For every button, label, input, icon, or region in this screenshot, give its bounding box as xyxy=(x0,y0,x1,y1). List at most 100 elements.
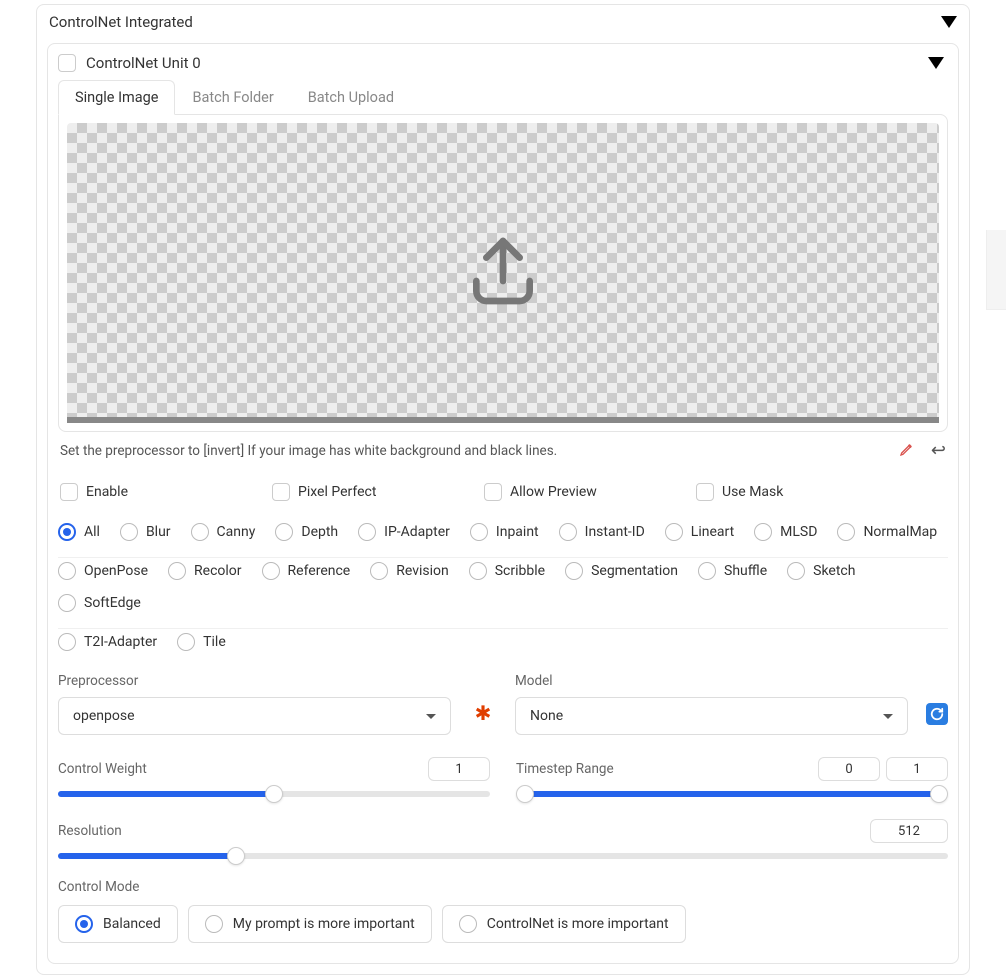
control-type-t2i-adapter[interactable]: T2I-Adapter xyxy=(58,633,157,651)
control-type-all[interactable]: All xyxy=(58,523,100,541)
resolution-value[interactable]: 512 xyxy=(870,819,948,843)
radio-icon xyxy=(75,915,93,933)
radio-icon xyxy=(58,633,76,651)
checkbox-icon xyxy=(484,483,502,501)
send-back-icon[interactable]: ↩ xyxy=(931,440,946,461)
feature-checkboxes: Enable Pixel Perfect Allow Preview Use M… xyxy=(58,483,948,501)
pixel-perfect-checkbox[interactable]: Pixel Perfect xyxy=(272,483,484,501)
control-type-tile[interactable]: Tile xyxy=(177,633,226,651)
control-type-depth[interactable]: Depth xyxy=(275,523,338,541)
control-type-lineart[interactable]: Lineart xyxy=(665,523,734,541)
radio-icon xyxy=(58,562,76,580)
checkbox-icon xyxy=(272,483,290,501)
control-weight-value[interactable]: 1 xyxy=(428,757,490,781)
timestep-low-value[interactable]: 0 xyxy=(818,757,880,781)
timestep-high-value[interactable]: 1 xyxy=(886,757,948,781)
unit-enable-checkbox[interactable] xyxy=(58,54,76,72)
panel-title: ControlNet Integrated xyxy=(49,13,193,31)
control-type-radios: All Blur Canny Depth IP-Adapter Inpaint Instan… xyxy=(58,519,948,653)
timestep-slider[interactable] xyxy=(516,791,948,797)
edit-icon[interactable] xyxy=(899,441,915,461)
controlnet-unit: ControlNet Unit 0 Single Image Batch Fol… xyxy=(47,43,959,964)
unit-collapse-icon[interactable] xyxy=(928,57,944,69)
control-type-mlsd[interactable]: MLSD xyxy=(754,523,817,541)
radio-icon xyxy=(459,915,477,933)
resolution-label: Resolution xyxy=(58,823,122,839)
mode-prompt-important[interactable]: My prompt is more important xyxy=(188,905,432,943)
radio-icon xyxy=(470,523,488,541)
image-tabs: Single Image Batch Folder Batch Upload xyxy=(58,80,948,115)
control-type-shuffle[interactable]: Shuffle xyxy=(698,562,767,580)
control-mode-label: Control Mode xyxy=(58,879,948,895)
slider-thumb-low[interactable] xyxy=(516,785,534,803)
control-type-segmentation[interactable]: Segmentation xyxy=(565,562,678,580)
image-dropzone[interactable] xyxy=(67,123,939,423)
control-type-canny[interactable]: Canny xyxy=(191,523,256,541)
radio-icon xyxy=(559,523,577,541)
control-type-openpose[interactable]: OpenPose xyxy=(58,562,148,580)
checkbox-icon xyxy=(696,483,714,501)
preprocessor-select[interactable]: openpose xyxy=(58,697,451,735)
control-weight-label: Control Weight xyxy=(58,761,147,777)
radio-icon xyxy=(168,562,186,580)
model-select[interactable]: None xyxy=(515,697,908,735)
enable-checkbox[interactable]: Enable xyxy=(60,483,272,501)
radio-icon xyxy=(205,915,223,933)
run-preprocessor-button[interactable]: ✱ xyxy=(469,701,497,735)
radio-icon xyxy=(58,594,76,612)
control-type-reference[interactable]: Reference xyxy=(262,562,351,580)
tab-batch-folder[interactable]: Batch Folder xyxy=(175,80,290,115)
weight-timestep-row: Control Weight 1 Timestep Range 0 1 xyxy=(58,757,948,797)
radio-icon xyxy=(177,633,195,651)
tab-content xyxy=(58,114,948,432)
radio-icon xyxy=(191,523,209,541)
model-label: Model xyxy=(515,673,908,689)
radio-icon xyxy=(665,523,683,541)
use-mask-checkbox[interactable]: Use Mask xyxy=(696,483,908,501)
unit-header[interactable]: ControlNet Unit 0 xyxy=(58,54,948,78)
radio-icon xyxy=(469,562,487,580)
control-type-ip-adapter[interactable]: IP-Adapter xyxy=(358,523,450,541)
upload-icon xyxy=(463,231,543,315)
preprocessor-label: Preprocessor xyxy=(58,673,451,689)
radio-icon xyxy=(275,523,293,541)
slider-thumb-high[interactable] xyxy=(930,785,948,803)
collapse-icon[interactable] xyxy=(941,16,957,28)
control-type-scribble[interactable]: Scribble xyxy=(469,562,545,580)
control-type-instant-id[interactable]: Instant-ID xyxy=(559,523,645,541)
unit-title: ControlNet Unit 0 xyxy=(86,54,201,72)
hint-text: Set the preprocessor to [invert] If your… xyxy=(60,443,557,459)
radio-icon xyxy=(120,523,138,541)
control-type-normalmap[interactable]: NormalMap xyxy=(837,523,937,541)
chevron-down-icon xyxy=(426,714,436,719)
right-rail xyxy=(986,230,1006,310)
checkbox-icon xyxy=(60,483,78,501)
radio-icon xyxy=(754,523,772,541)
radio-icon xyxy=(565,562,583,580)
tab-batch-upload[interactable]: Batch Upload xyxy=(291,80,411,115)
control-type-sketch[interactable]: Sketch xyxy=(787,562,855,580)
timestep-label: Timestep Range xyxy=(516,761,614,777)
panel-header[interactable]: ControlNet Integrated xyxy=(37,5,969,39)
slider-thumb[interactable] xyxy=(265,785,283,803)
control-weight-slider[interactable] xyxy=(58,791,490,797)
mode-balanced[interactable]: Balanced xyxy=(58,905,178,943)
mode-controlnet-important[interactable]: ControlNet is more important xyxy=(442,905,686,943)
slider-thumb[interactable] xyxy=(227,847,245,865)
radio-icon xyxy=(837,523,855,541)
refresh-models-button[interactable] xyxy=(926,703,948,725)
control-mode-section: Control Mode Balanced My prompt is more … xyxy=(58,879,948,943)
controlnet-panel: ControlNet Integrated ControlNet Unit 0 … xyxy=(36,4,970,975)
tab-single-image[interactable]: Single Image xyxy=(58,80,175,115)
resolution-slider[interactable] xyxy=(58,853,948,859)
radio-icon xyxy=(698,562,716,580)
control-type-inpaint[interactable]: Inpaint xyxy=(470,523,539,541)
control-type-blur[interactable]: Blur xyxy=(120,523,171,541)
radio-icon xyxy=(358,523,376,541)
control-type-revision[interactable]: Revision xyxy=(370,562,449,580)
allow-preview-checkbox[interactable]: Allow Preview xyxy=(484,483,696,501)
resolution-section: Resolution 512 xyxy=(58,819,948,859)
radio-icon xyxy=(262,562,280,580)
control-type-recolor[interactable]: Recolor xyxy=(168,562,242,580)
control-type-softedge[interactable]: SoftEdge xyxy=(58,594,141,612)
